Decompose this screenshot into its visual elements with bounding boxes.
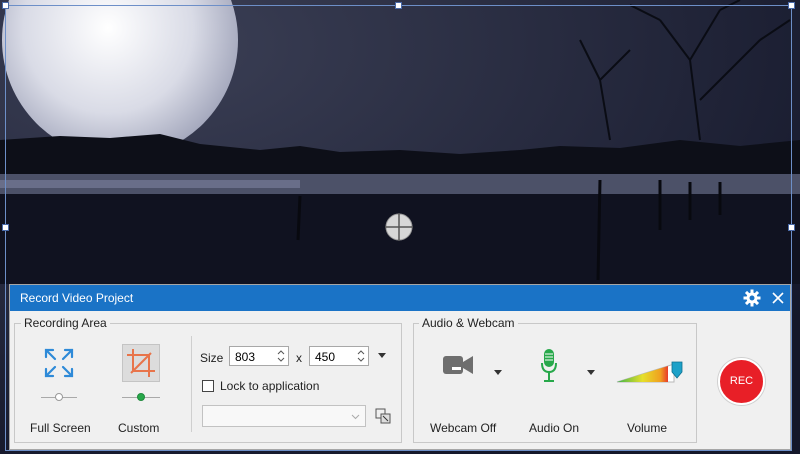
- custom-label: Custom: [118, 421, 160, 435]
- size-label: Size: [200, 351, 224, 365]
- chevron-down-icon: [351, 414, 360, 420]
- resize-handle-top[interactable]: [395, 2, 402, 9]
- close-icon[interactable]: [770, 290, 786, 306]
- volume-slider[interactable]: [616, 358, 688, 386]
- lock-to-application-checkbox[interactable]: [202, 380, 214, 392]
- crop-icon: [127, 349, 155, 377]
- record-button[interactable]: REC: [718, 358, 765, 405]
- panel-title: Record Video Project: [20, 291, 134, 305]
- audio-dropdown-icon[interactable]: [586, 370, 596, 376]
- audio-webcam-group: Audio & Webcam Webcam Off Audio On Volum…: [413, 316, 697, 443]
- microphone-icon[interactable]: [540, 348, 558, 384]
- size-x-label: x: [296, 351, 302, 365]
- height-spinbox[interactable]: 450: [309, 346, 369, 366]
- width-spinbox[interactable]: 803: [229, 346, 289, 366]
- panel-titlebar: Record Video Project: [10, 285, 790, 311]
- webcam-dropdown-icon[interactable]: [493, 370, 503, 376]
- recording-area-group: Recording Area Full Screen Custom Size 8…: [14, 316, 402, 443]
- lock-to-application-label: Lock to application: [220, 379, 320, 393]
- width-value: 803: [235, 350, 256, 364]
- spin-arrows-icon[interactable]: [356, 348, 366, 364]
- full-screen-label: Full Screen: [30, 421, 91, 435]
- resize-handle-top-right[interactable]: [788, 2, 795, 9]
- resize-handle-right[interactable]: [788, 224, 795, 231]
- audio-label: Audio On: [529, 421, 580, 435]
- expand-arrows-icon: [44, 348, 74, 378]
- height-value: 450: [315, 350, 336, 364]
- resize-handle-left[interactable]: [2, 224, 9, 231]
- custom-slider-knob: [137, 393, 145, 401]
- webcam-icon[interactable]: [442, 354, 474, 376]
- resize-handle-top-left[interactable]: [2, 2, 9, 9]
- gear-icon[interactable]: [743, 289, 761, 307]
- select-window-icon[interactable]: [375, 408, 391, 424]
- record-video-panel: Record Video Project Recording Area Full…: [9, 284, 791, 450]
- size-presets-dropdown-icon[interactable]: [377, 353, 387, 359]
- application-select[interactable]: [202, 405, 366, 427]
- recording-area-legend: Recording Area: [21, 316, 110, 330]
- webcam-label: Webcam Off: [430, 421, 497, 435]
- volume-label: Volume: [627, 421, 668, 435]
- group-divider: [191, 336, 192, 432]
- move-crosshair-icon[interactable]: [383, 211, 415, 243]
- full-screen-button[interactable]: [40, 344, 78, 382]
- audio-webcam-legend: Audio & Webcam: [419, 316, 518, 330]
- custom-area-button[interactable]: [122, 344, 160, 382]
- full-screen-slider-knob: [55, 393, 63, 401]
- spin-arrows-icon[interactable]: [276, 348, 286, 364]
